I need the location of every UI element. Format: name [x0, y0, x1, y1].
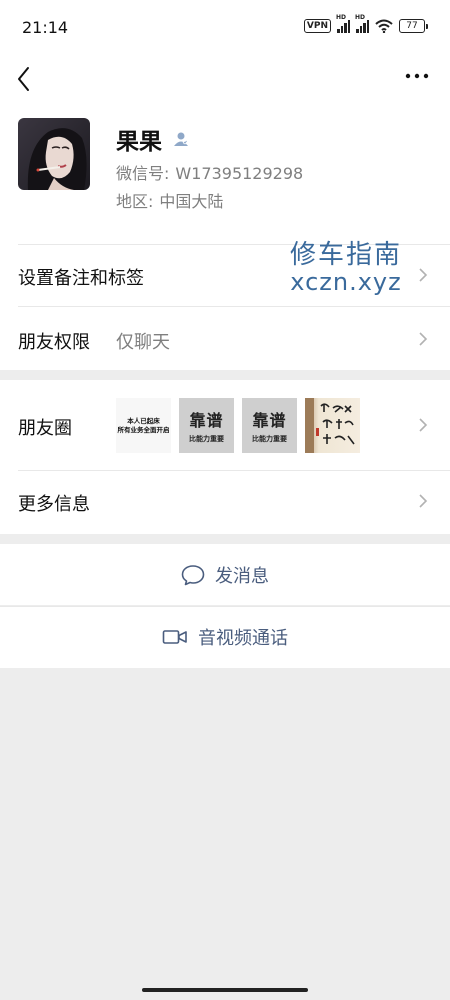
more-options-icon[interactable]	[404, 62, 430, 86]
contact-name: 果果	[116, 129, 162, 155]
moments-row[interactable]: 朋友圈 本人已起床 所有业务全面开启 靠谱 比能力重要 靠谱 比能力重要	[0, 380, 450, 470]
thumb-caption: 比能力重要	[252, 435, 287, 443]
vpn-icon: VPN	[303, 19, 331, 33]
thumb-text: 所有业务全面开启	[117, 425, 170, 434]
thumb-calligraphy: 靠谱	[252, 411, 287, 430]
signal-icon: HD	[336, 14, 350, 33]
friend-permission-value: 仅聊天	[116, 332, 170, 353]
region-line: 地区: 中国大陆	[116, 188, 223, 212]
video-camera-icon	[162, 630, 187, 644]
chevron-right-icon	[419, 332, 428, 346]
back-button[interactable]	[12, 64, 36, 94]
friend-permission-row[interactable]: 朋友权限 仅聊天	[0, 306, 450, 370]
video-call-label: 音视频通话	[198, 628, 288, 649]
avatar[interactable]	[18, 118, 90, 190]
chevron-right-icon	[419, 418, 428, 432]
status-icons: VPN HD HD 77	[303, 14, 428, 33]
signal-icon-2: HD	[355, 14, 369, 33]
send-message-button[interactable]: 发消息	[0, 544, 450, 605]
home-indicator[interactable]	[142, 988, 308, 992]
status-time: 21:14	[22, 18, 69, 37]
divider	[18, 306, 450, 307]
chevron-right-icon	[419, 268, 428, 282]
send-message-label: 发消息	[215, 565, 269, 587]
wechat-id-line: 微信号: W17395129298	[116, 160, 303, 184]
wifi-icon	[375, 19, 393, 33]
calligraphy-scroll-image	[305, 398, 355, 453]
chat-bubble-icon	[181, 564, 205, 585]
battery-icon: 77	[399, 19, 428, 33]
name-row: 果果	[116, 122, 190, 156]
more-info-row[interactable]: 更多信息	[0, 470, 450, 534]
chevron-right-icon	[419, 494, 428, 508]
watermark: 修车指南 xczn.xyz	[289, 240, 402, 296]
thumb-caption: 比能力重要	[189, 435, 224, 443]
moments-thumbnail[interactable]: 本人已起床 所有业务全面开启	[116, 398, 171, 453]
wechat-id: W17395129298	[175, 164, 304, 183]
moments-label: 朋友圈	[18, 418, 72, 439]
status-bar: 21:14 VPN HD HD 77	[0, 0, 450, 58]
divider	[0, 606, 450, 607]
moments-thumbnail[interactable]	[305, 398, 360, 453]
more-info-label: 更多信息	[18, 494, 90, 515]
verified-person-icon	[174, 132, 188, 146]
wechat-id-label: 微信号:	[116, 164, 170, 183]
thumb-calligraphy: 靠谱	[189, 411, 224, 430]
profile-header: 果果 微信号: W17395129298 地区: 中国大陆	[0, 106, 450, 244]
contact-profile-page: 21:14 VPN HD HD 77 果果 微信号: W17395129298 …	[0, 0, 450, 1000]
divider	[18, 470, 450, 471]
hd-label: HD	[336, 14, 347, 21]
watermark-cn: 修车指南	[289, 240, 402, 270]
moments-thumbnails: 本人已起床 所有业务全面开启 靠谱 比能力重要 靠谱 比能力重要	[116, 398, 360, 453]
moments-thumbnail[interactable]: 靠谱 比能力重要	[242, 398, 297, 453]
moments-thumbnail[interactable]: 靠谱 比能力重要	[179, 398, 234, 453]
hd-label-2: HD	[355, 14, 366, 21]
nav-bar	[0, 58, 450, 106]
friend-permission-label: 朋友权限	[18, 332, 90, 353]
battery-level: 77	[399, 19, 425, 33]
watermark-url: xczn.xyz	[290, 268, 402, 296]
thumb-text: 本人已起床	[127, 416, 160, 425]
remark-tags-label: 设置备注和标签	[18, 268, 144, 289]
remark-tags-row[interactable]: 设置备注和标签 修车指南 xczn.xyz	[0, 240, 450, 306]
video-call-button[interactable]: 音视频通话	[0, 606, 450, 668]
region-label: 地区:	[116, 192, 154, 211]
region-value: 中国大陆	[159, 192, 224, 211]
